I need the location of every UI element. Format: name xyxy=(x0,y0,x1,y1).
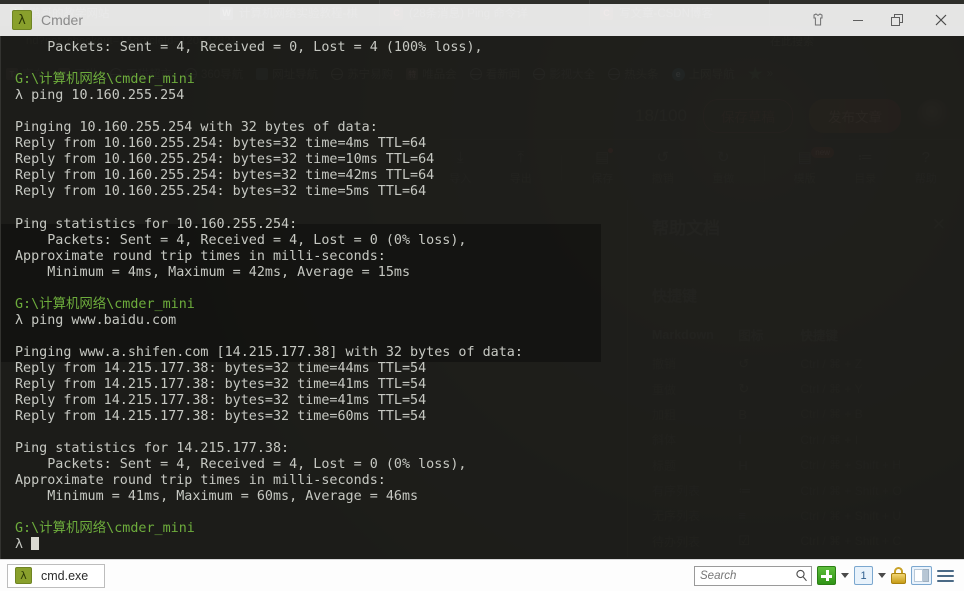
terminal-prompt: λ xyxy=(15,537,32,553)
minimize-button[interactable] xyxy=(838,4,878,36)
search-box[interactable] xyxy=(694,565,812,586)
panel-icon[interactable] xyxy=(911,566,932,585)
cmder-terminal-body[interactable]: Packets: Sent = 4, Received = 0, Lost = … xyxy=(0,36,964,559)
lock-icon[interactable] xyxy=(891,567,906,584)
close-button[interactable] xyxy=(918,4,964,36)
prompt-path: G:\计算机网络\cmder_mini xyxy=(15,72,195,88)
prompt-path: G:\计算机网络\cmder_mini xyxy=(15,296,195,312)
terminal-tab-cmd[interactable]: λ cmd.exe xyxy=(7,563,106,588)
search-icon xyxy=(796,569,807,582)
terminal-cursor xyxy=(31,537,40,551)
search-input[interactable] xyxy=(700,569,795,582)
cmder-title-bar[interactable]: λ Cmder xyxy=(0,4,964,36)
cmder-window: λ Cmder Packets: Sent = 4, Received = 0,… xyxy=(0,4,964,591)
status-bar-controls: 1 xyxy=(694,565,957,586)
window-title: Cmder xyxy=(41,12,84,28)
terminal-line-top: Packets: Sent = 4, Received = 0, Lost = … xyxy=(15,40,483,55)
shirt-icon[interactable] xyxy=(798,4,838,36)
window-controls xyxy=(798,4,964,36)
terminal-block: Pinging 10.160.255.254 with 32 bytes of … xyxy=(15,120,467,280)
prompt-path: G:\计算机网络\cmder_mini xyxy=(15,521,195,537)
tab-count-badge[interactable]: 1 xyxy=(854,566,873,585)
terminal-output[interactable]: Packets: Sent = 4, Received = 0, Lost = … xyxy=(15,40,964,559)
hamburger-icon[interactable] xyxy=(937,569,954,582)
lambda-icon: λ xyxy=(15,567,32,584)
terminal-command: λ ping www.baidu.com xyxy=(15,312,177,328)
chevron-down-icon[interactable] xyxy=(841,573,849,578)
chevron-down-icon[interactable] xyxy=(878,573,886,578)
terminal-command: λ ping 10.160.255.254 xyxy=(15,88,185,104)
new-console-button[interactable] xyxy=(817,566,836,585)
cmder-status-bar: λ cmd.exe 1 xyxy=(0,559,964,591)
terminal-block: Pinging www.a.shifen.com [14.215.177.38]… xyxy=(15,344,523,505)
lambda-icon: λ xyxy=(12,10,32,30)
terminal-tab-label: cmd.exe xyxy=(41,568,89,583)
restore-button[interactable] xyxy=(878,4,918,36)
